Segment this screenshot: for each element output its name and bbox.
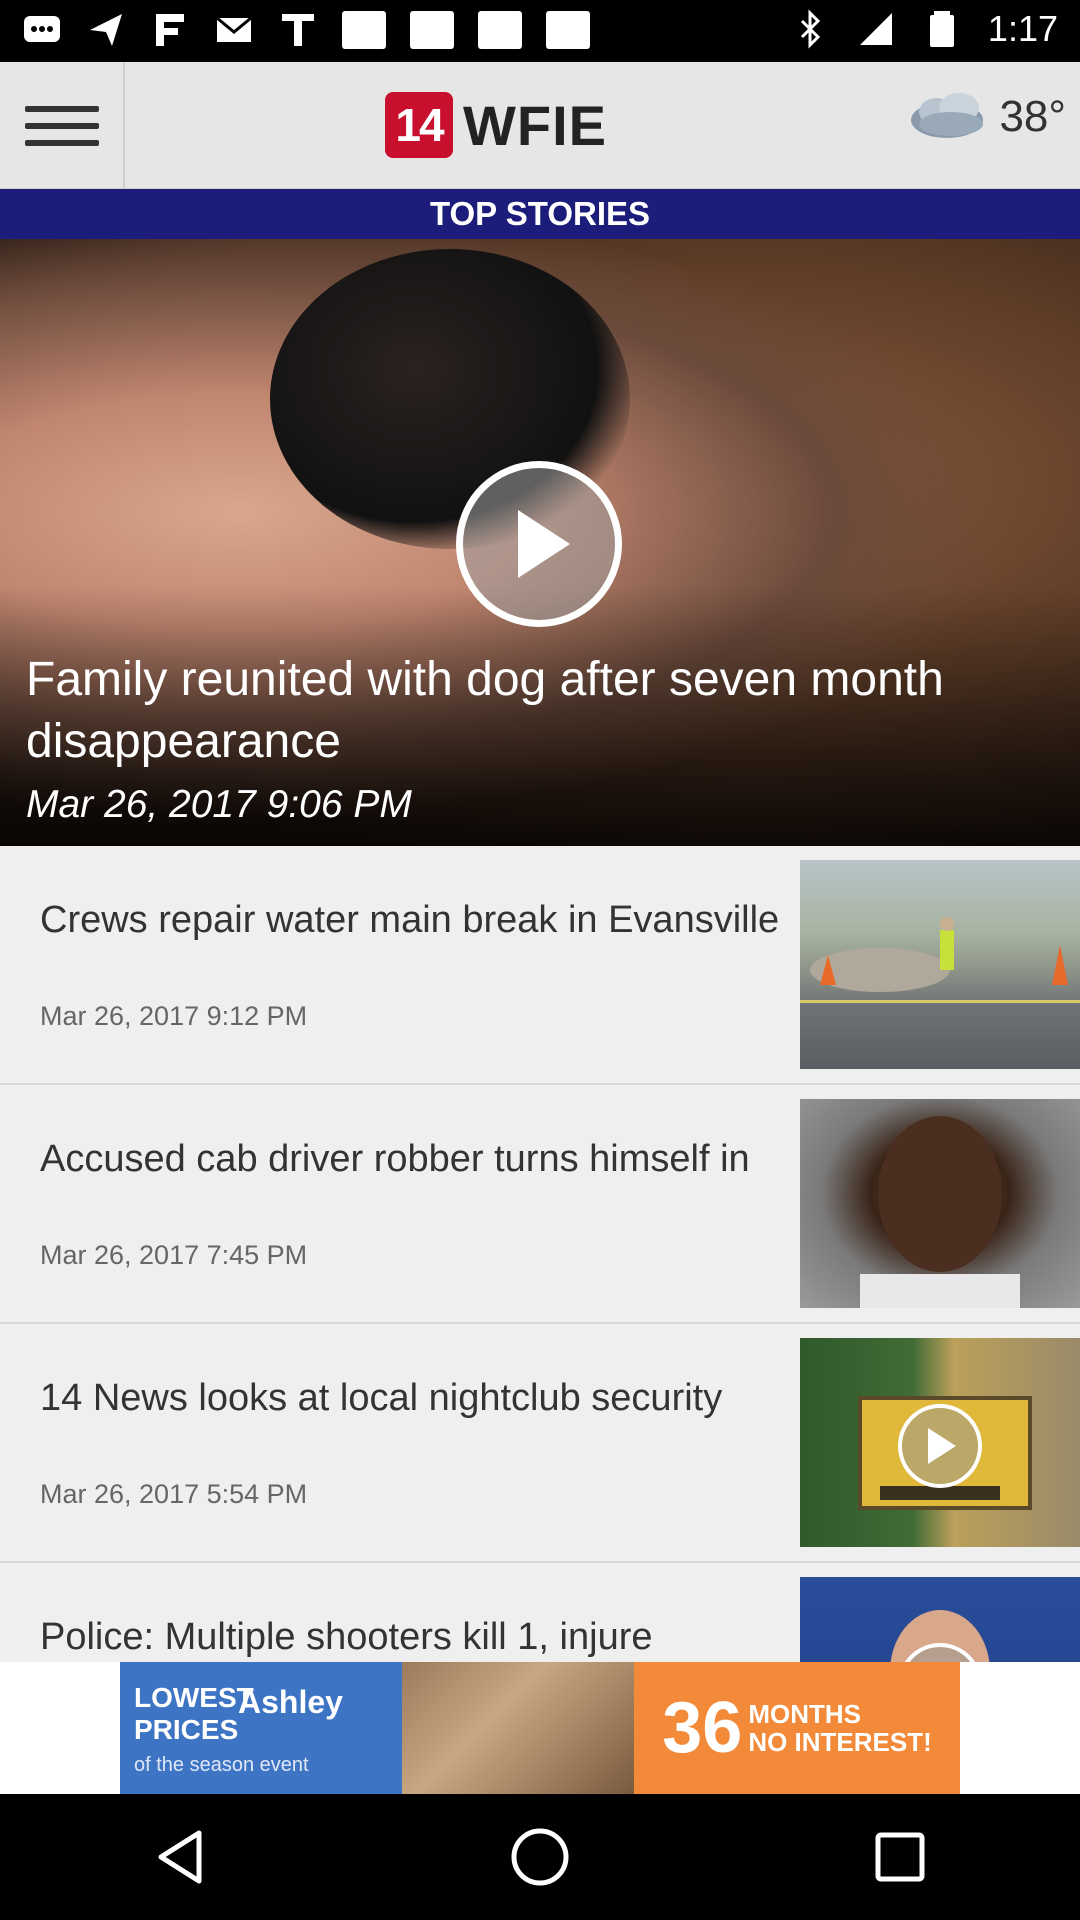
ad-subtext: of the season event (134, 1754, 309, 1776)
cloud-icon (911, 93, 984, 138)
recents-square-icon (875, 1832, 925, 1882)
list-item[interactable]: 14 News looks at local nightclub securit… (0, 1324, 1080, 1563)
play-video-button[interactable] (898, 1404, 982, 1488)
hero-date: Mar 26, 2017 9:06 PM (26, 783, 412, 826)
app-notification-icon (546, 11, 590, 49)
story-title: 14 News looks at local nightclub securit… (40, 1377, 723, 1419)
ad-brand: Ashley (238, 1684, 343, 1720)
app-notification-icon (410, 11, 454, 49)
back-triangle-icon (158, 1830, 202, 1884)
bluetooth-icon (800, 9, 821, 49)
back-button[interactable] (130, 1807, 230, 1907)
hero-story[interactable]: Family reunited with dog after seven mon… (0, 239, 1080, 846)
story-date: Mar 26, 2017 9:12 PM (40, 1001, 308, 1031)
screen: 1:17 14 WFIE 38° TOP STORIES Family reun… (0, 0, 1080, 1920)
text-notification-icon (282, 14, 314, 46)
list-item[interactable]: Accused cab driver robber turns himself … (0, 1085, 1080, 1324)
ad-offer-text-2: NO INTEREST! (748, 1727, 932, 1757)
list-item[interactable]: Crews repair water main break in Evansvi… (0, 846, 1080, 1085)
app-notification-icon (342, 11, 386, 49)
weather-button[interactable]: 38° (907, 90, 1066, 144)
story-date: Mar 26, 2017 5:54 PM (40, 1479, 308, 1509)
story-title: Accused cab driver robber turns himself … (40, 1138, 750, 1180)
story-title: Crews repair water main break in Evansvi… (40, 899, 780, 941)
play-icon (928, 1428, 956, 1464)
ad-banner[interactable]: LOWEST PRICES Ashley of the season event… (0, 1662, 1080, 1794)
play-icon (518, 510, 570, 578)
logo-text: WFIE (463, 93, 607, 157)
status-bar: 1:17 (0, 0, 1080, 62)
ad-offer-number: 36 (662, 1688, 743, 1768)
hero-title: Family reunited with dog after seven mon… (26, 653, 944, 768)
news-list: Crews repair water main break in Evansvi… (0, 846, 1080, 1662)
ad-image (402, 1662, 634, 1794)
chat-notification-icon (24, 16, 60, 42)
menu-button[interactable] (0, 62, 125, 189)
section-title: TOP STORIES (0, 189, 1080, 239)
app-header: 14 WFIE 38° (0, 62, 1080, 189)
app-notification-icon (478, 11, 522, 49)
send-notification-icon (90, 14, 122, 46)
home-circle-icon (511, 1828, 569, 1886)
story-thumbnail (800, 1338, 1080, 1547)
hamburger-icon (24, 105, 99, 146)
story-thumbnail (800, 860, 1080, 1069)
story-thumbnail (800, 1577, 1080, 1662)
story-date: Mar 26, 2017 7:45 PM (40, 1240, 308, 1270)
navigation-bar (0, 1794, 1080, 1920)
clock: 1:17 (987, 8, 1058, 49)
recents-button[interactable] (850, 1807, 950, 1907)
play-video-button[interactable] (456, 461, 622, 627)
mail-notification-icon (216, 16, 252, 42)
battery-icon (929, 11, 954, 47)
home-button[interactable] (490, 1807, 590, 1907)
station-logo[interactable]: 14 WFIE (385, 92, 607, 158)
temperature: 38° (999, 92, 1066, 141)
signal-icon (859, 13, 892, 45)
story-thumbnail (800, 1099, 1080, 1308)
news-notification-icon (156, 14, 184, 46)
ad-offer-text-1: MONTHS (748, 1699, 861, 1729)
logo-badge: 14 (385, 92, 453, 158)
list-item[interactable]: Police: Multiple shooters kill 1, injure (0, 1563, 1080, 1662)
story-title: Police: Multiple shooters kill 1, injure (40, 1616, 653, 1658)
